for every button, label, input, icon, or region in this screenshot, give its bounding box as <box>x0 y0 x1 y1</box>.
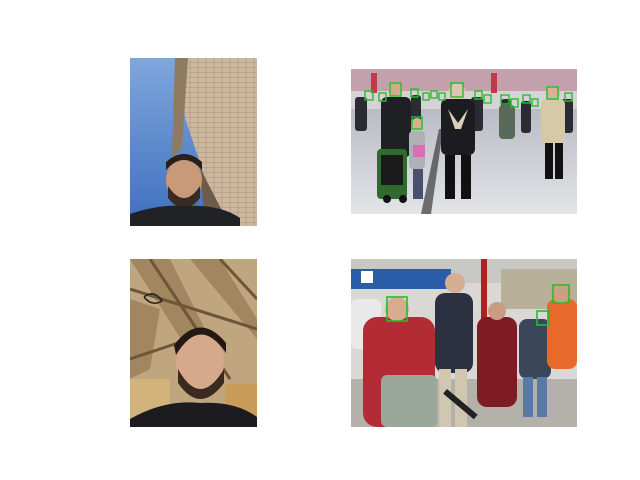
station-crowd-photo <box>351 69 577 214</box>
selfie-ceiling-photo <box>130 259 257 427</box>
selfie-building-photo <box>130 58 257 226</box>
street-crowd-photo <box>351 259 577 427</box>
